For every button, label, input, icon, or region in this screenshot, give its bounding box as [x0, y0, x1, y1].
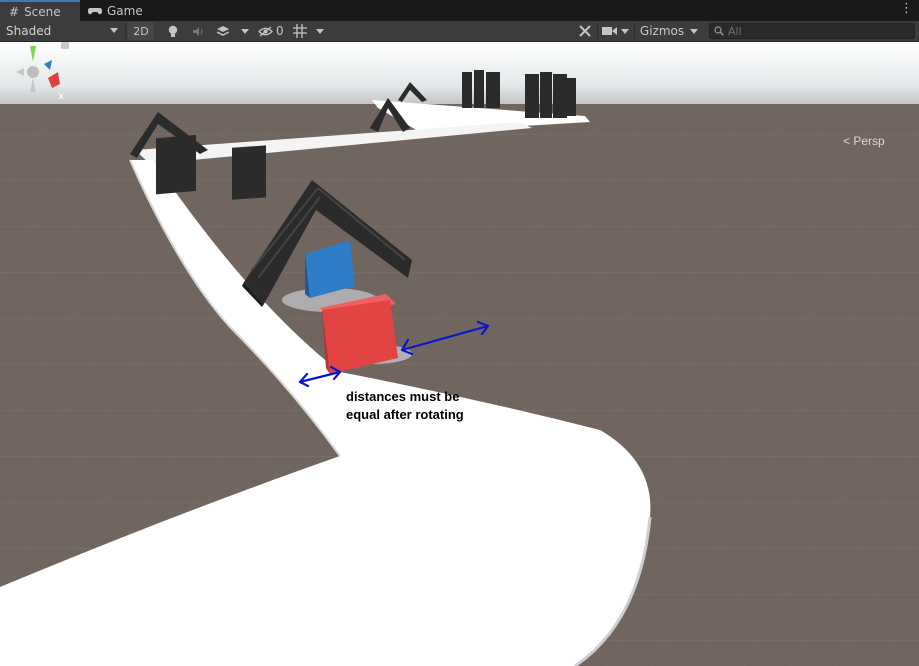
eye-slash-icon [258, 25, 273, 37]
scene-visibility-toggle[interactable]: 0 [258, 22, 286, 40]
effects-toggle[interactable] [213, 22, 233, 40]
effects-dropdown[interactable] [237, 22, 253, 40]
shading-mode-dropdown[interactable]: Shaded [2, 22, 123, 40]
camera-settings-dropdown[interactable] [602, 22, 632, 40]
lock-icon[interactable] [61, 42, 69, 49]
search-icon [714, 26, 724, 36]
scene-viewport[interactable]: x < Persp distances must be equal after … [0, 42, 919, 666]
tools-icon [579, 25, 591, 37]
annotation-text: distances must be equal after rotating [346, 388, 464, 424]
chevron-down-icon [110, 28, 118, 33]
gizmo-x-label: x [58, 91, 64, 102]
scene-toolbar: Shaded 2D 0 Gizmos All [0, 21, 919, 42]
gizmo-x-axis [48, 72, 60, 88]
grid-dropdown[interactable] [312, 22, 328, 40]
annotation-line-1: distances must be [346, 389, 460, 404]
gizmos-label: Gizmos [639, 24, 685, 38]
gizmo-neg-x-axis [16, 68, 24, 76]
more-options-icon[interactable]: ⋮ [900, 2, 913, 16]
toolbar-divider [634, 23, 635, 39]
chevron-down-icon [241, 28, 249, 34]
tab-game-label: Game [107, 3, 143, 18]
camera-icon [602, 27, 617, 35]
toolbar-divider [125, 23, 126, 39]
gizmo-center[interactable] [27, 66, 39, 78]
audio-toggle[interactable] [188, 22, 208, 40]
gizmo-neg-y-axis [30, 78, 36, 92]
tab-scene[interactable]: # Scene [0, 0, 80, 21]
tab-game[interactable]: Game [86, 0, 143, 21]
tools-button[interactable] [575, 22, 595, 40]
gamepad-icon [88, 7, 102, 14]
hierarchy-search-input[interactable]: All [709, 23, 915, 39]
chevron-down-icon [690, 28, 698, 34]
toggle-2d-label: 2D [133, 24, 149, 38]
chevron-down-icon [316, 28, 324, 34]
grid-hash-icon: # [9, 4, 20, 19]
scene-render [0, 42, 919, 666]
lightbulb-icon [168, 25, 178, 37]
toolbar-divider [597, 23, 598, 39]
toggle-2d-button[interactable]: 2D [128, 22, 154, 40]
hidden-objects-count: 0 [276, 24, 284, 38]
gizmo-z-axis [44, 60, 52, 70]
gizmo-y-axis [30, 46, 36, 62]
layers-icon [216, 26, 230, 36]
tab-scene-label: Scene [24, 4, 61, 19]
gizmos-dropdown[interactable] [686, 22, 702, 40]
gizmos-button[interactable]: Gizmos [638, 22, 686, 40]
speaker-icon [192, 26, 202, 36]
grid-icon [293, 24, 307, 38]
lighting-toggle[interactable] [163, 22, 183, 40]
projection-toggle[interactable]: < Persp [843, 134, 885, 148]
search-placeholder: All [728, 24, 742, 38]
annotation-line-2: equal after rotating [346, 407, 464, 422]
shading-mode-value: Shaded [6, 24, 52, 38]
orientation-gizmo[interactable]: x [0, 42, 76, 104]
grid-toggle[interactable] [290, 22, 310, 40]
window-tab-bar: # Scene Game ⋮ [0, 0, 919, 21]
chevron-down-icon [621, 28, 629, 34]
